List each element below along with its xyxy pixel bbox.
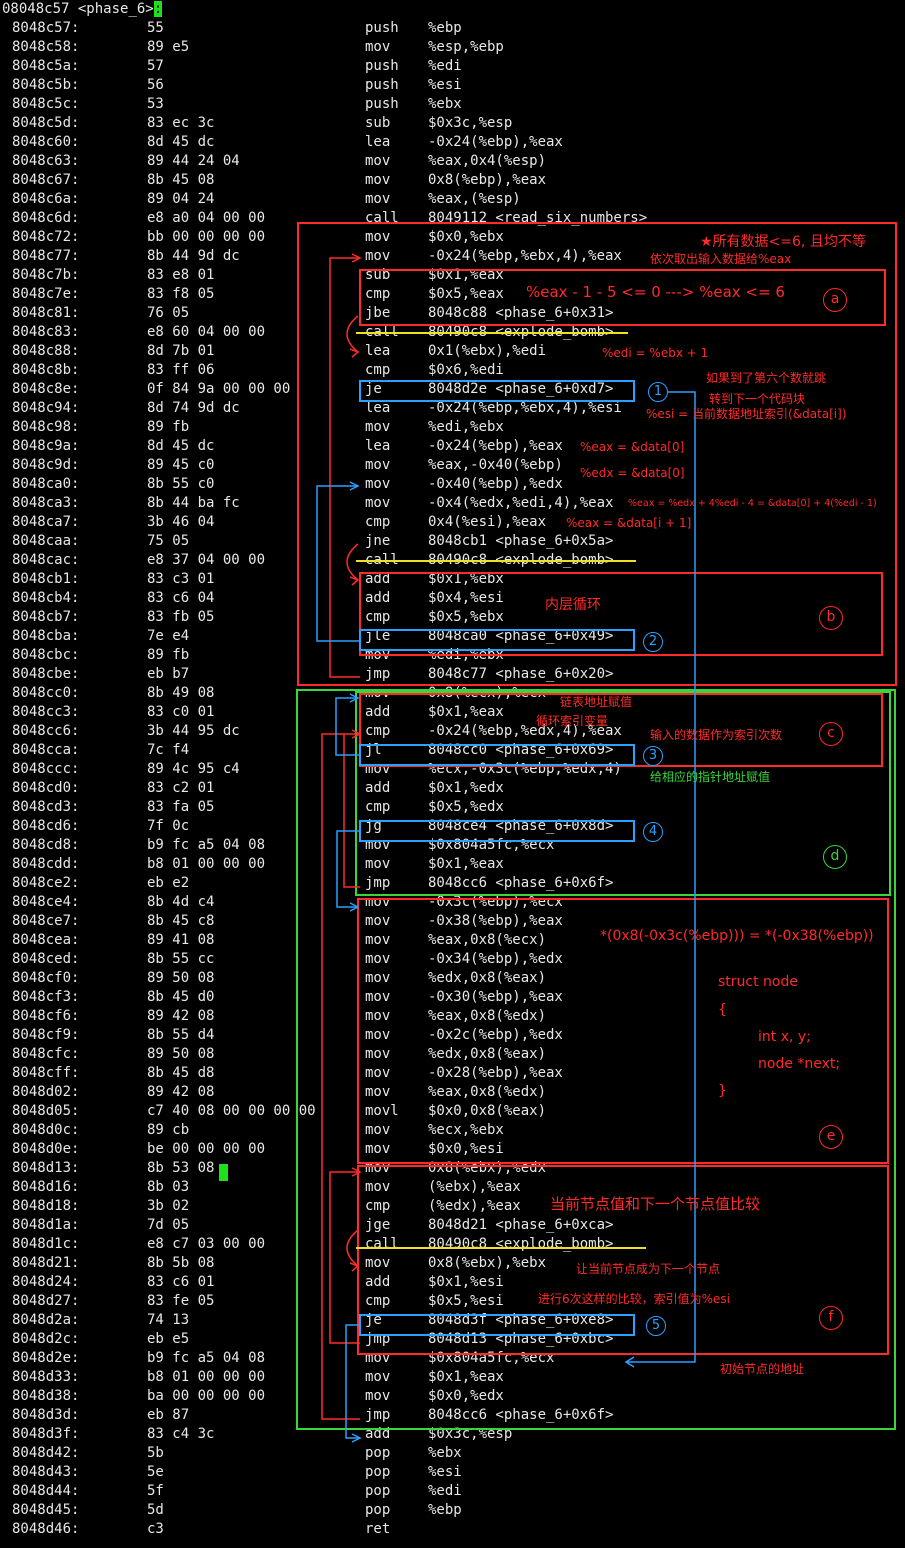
- note-struct-4: node *next;: [758, 1056, 841, 1072]
- note-eax-formula: %eax = %edx + 4%edi - 4 = &data[0] + 4(%…: [628, 498, 877, 509]
- note-edx-data0: %edx = &data[0]: [580, 466, 685, 480]
- region-d-green: [355, 691, 891, 896]
- box-b: [359, 572, 883, 656]
- jump-box-1: [359, 380, 635, 402]
- note-struct-3: int x, y;: [758, 1029, 811, 1045]
- marker-c: c: [819, 722, 843, 746]
- arrow-je-d2e: [626, 391, 696, 1363]
- jump-box-5: [359, 1314, 635, 1336]
- note-eax-range: %eax - 1 - 5 <= 0 ---> %eax <= 6: [526, 283, 785, 301]
- terminal-window: 08048c57 <phase_6>: 8048c57: 55 push %ebp 80…: [0, 0, 905, 1548]
- note-loop-index: 循环索引变量: [536, 714, 609, 728]
- note-advance-node: 让当前节点成为下一个节点: [576, 1262, 721, 1276]
- marker-4: 4: [643, 822, 663, 842]
- note-edi: %edi = %ebx + 1: [602, 346, 709, 360]
- note-initial-node: 初始节点的地址: [720, 1362, 805, 1376]
- note-fetch-input: 依次取出输入数据给%eax: [650, 252, 792, 266]
- jump-box-3: [359, 744, 635, 766]
- marker-d: d: [823, 845, 847, 869]
- note-if-sixth: 如果到了第六个数就跳: [706, 371, 827, 385]
- marker-5: 5: [646, 1316, 666, 1336]
- note-struct-2: {: [718, 1002, 727, 1018]
- note-eax-data-i1: %eax = &data[i + 1]: [566, 516, 692, 530]
- note-all-data: ★所有数据<=6, 且均不等: [700, 234, 866, 250]
- marker-a: a: [823, 288, 847, 312]
- note-assign-pointer: 给相应的指针地址赋值: [650, 770, 771, 784]
- marker-2: 2: [643, 632, 663, 652]
- note-eax-data0: %eax = &data[0]: [580, 440, 685, 454]
- marker-b: b: [819, 606, 843, 630]
- note-six-compares: 进行6次这样的比较，索引值为%esi: [538, 1292, 731, 1306]
- note-node-link: *(0x8(-0x3c(%ebp))) = *(-0x38(%ebp)): [600, 928, 874, 944]
- arrow-jmp-d13: [329, 1171, 360, 1344]
- arrow-jmp-cc6-b: [321, 733, 360, 1420]
- jump-box-2: [359, 629, 635, 651]
- arrow-jmp-c77: [329, 257, 360, 678]
- note-esi: %esi = 当前数据地址索引(&data[i]): [646, 407, 847, 421]
- marker-e: e: [819, 1125, 843, 1149]
- note-struct-1: struct node: [718, 974, 798, 990]
- marker-1: 1: [648, 382, 668, 402]
- arrow-jmp-cc6-a: [343, 733, 360, 888]
- note-input-count: 输入的数据作为索引次数: [650, 728, 783, 742]
- note-struct-5: }: [718, 1083, 727, 1099]
- arrow-jle-ca0: [316, 485, 360, 642]
- marker-f: f: [819, 1306, 843, 1330]
- note-list-addr: 链表地址赋值: [560, 695, 633, 709]
- jump-box-4: [359, 820, 635, 842]
- note-compare-nodes: 当前节点值和下一个节点值比较: [550, 1195, 761, 1213]
- marker-3: 3: [643, 746, 663, 766]
- note-inner-loop: 内层循环: [545, 597, 601, 613]
